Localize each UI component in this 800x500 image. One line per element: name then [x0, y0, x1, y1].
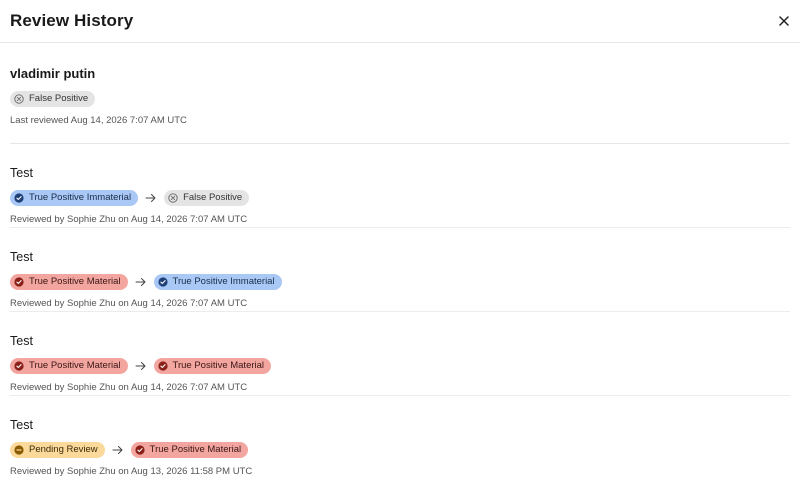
status-badge-label: Pending Review	[29, 444, 98, 455]
status-badge-label: True Positive Material	[172, 360, 265, 371]
history-entry: Test Pending Review True Positive Material…	[10, 396, 790, 480]
entry-title: Test	[10, 334, 33, 348]
from-status-badge: Pending Review	[10, 441, 105, 458]
check-circle-icon	[14, 276, 24, 287]
minus-circle-icon	[14, 444, 24, 455]
to-status-badge: True Positive Immaterial	[153, 273, 282, 290]
last-reviewed: Last reviewed Aug 14, 2026 7:07 AM UTC	[10, 115, 187, 126]
x-circle-icon	[14, 93, 24, 104]
from-status-badge: True Positive Material	[10, 357, 128, 374]
status-badge-label: True Positive Material	[29, 360, 121, 371]
history-entry: Test True Positive Material True Positive …	[10, 228, 790, 312]
x-circle-icon	[168, 192, 178, 203]
reviewed-by: Reviewed by Sophie Zhu on Aug 13, 2026 1…	[10, 466, 253, 477]
status-badge-label: True Positive Immaterial	[29, 192, 132, 203]
check-circle-icon	[135, 444, 145, 455]
entry-title: Test	[10, 418, 33, 432]
check-circle-icon	[14, 192, 24, 203]
to-status-badge: False Positive	[164, 189, 250, 206]
status-badge-label: True Positive Material	[29, 276, 121, 287]
close-icon	[779, 16, 789, 26]
current-status-row: False Positive	[10, 90, 790, 107]
entry-title: Test	[10, 166, 33, 180]
modal-header: Review History	[0, 0, 800, 43]
entry-title: Test	[10, 250, 33, 264]
review-history-list: Test True Positive Immaterial False Positi…	[0, 144, 800, 480]
to-status-badge: True Positive Material	[153, 357, 272, 374]
status-badge-label: False Positive	[29, 93, 89, 104]
status-change-row: True Positive Material True Positive Imma…	[10, 273, 780, 290]
status-badge-label: True Positive Material	[149, 444, 242, 455]
status-change-row: True Positive Material True Positive Mate…	[10, 357, 780, 374]
reviewed-by: Reviewed by Sophie Zhu on Aug 14, 2026 7…	[10, 298, 248, 309]
entity-name: vladimir putin	[10, 66, 96, 81]
check-circle-icon	[157, 360, 168, 371]
reviewed-by: Reviewed by Sophie Zhu on Aug 14, 2026 7…	[10, 214, 248, 225]
from-status-badge: True Positive Material	[10, 273, 128, 290]
check-circle-icon	[14, 360, 24, 371]
history-entry: Test True Positive Immaterial False Positi…	[10, 144, 790, 228]
status-badge-label: True Positive Immaterial	[172, 276, 275, 287]
check-circle-icon	[157, 276, 168, 287]
status-badge: False Positive	[10, 90, 96, 107]
history-entry: Test True Positive Material True Positive …	[10, 312, 790, 396]
status-change-row: Pending Review True Positive Material	[10, 441, 780, 458]
entity-summary: vladimir putin False Positive Last revie…	[0, 43, 800, 143]
close-button[interactable]	[773, 10, 795, 32]
arrow-right-icon	[145, 193, 156, 202]
arrow-right-icon	[135, 277, 146, 286]
to-status-badge: True Positive Material	[130, 441, 249, 458]
arrow-right-icon	[112, 445, 123, 454]
modal-title: Review History	[10, 11, 134, 30]
arrow-right-icon	[135, 361, 146, 370]
from-status-badge: True Positive Immaterial	[10, 189, 139, 206]
reviewed-by: Reviewed by Sophie Zhu on Aug 14, 2026 7…	[10, 382, 248, 393]
status-change-row: True Positive Immaterial False Positive	[10, 189, 780, 206]
status-badge-label: False Positive	[183, 192, 243, 203]
